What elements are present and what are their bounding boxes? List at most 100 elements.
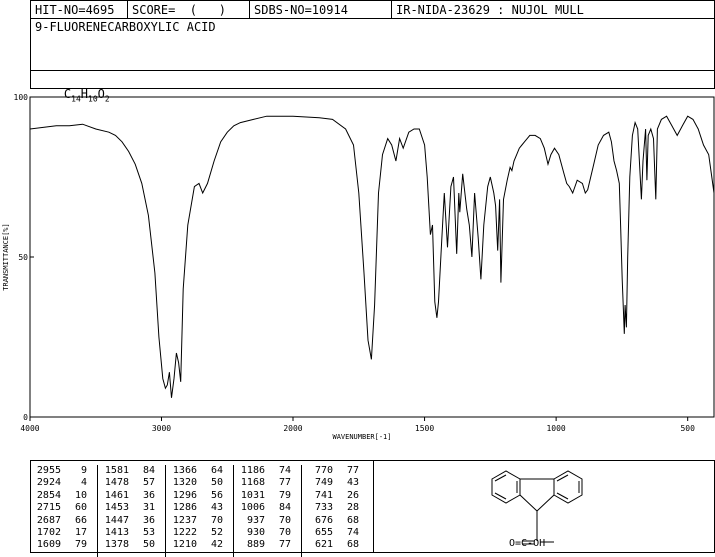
x-tick-label: 1000 (546, 424, 565, 433)
peak-row: 1478 57 (99, 477, 165, 489)
peak-column: 1366 64 1320 50 1296 56 1286 43 1237 70 1222 52 1210… (167, 465, 234, 557)
peak-wavenumber: 1006 (240, 502, 265, 514)
peak-transmittance: 43 (210, 502, 223, 514)
peak-wavenumber: 1413 (104, 526, 129, 538)
transmittance-trace (29, 115, 715, 398)
peak-transmittance: 36 (142, 514, 155, 526)
peak-wavenumber: 1366 (172, 465, 197, 476)
peak-transmittance: 52 (210, 526, 223, 538)
peak-row: 741 26 (303, 490, 370, 502)
ir-spectrum-chart: 0 50 100 4000 3000 2000 1500 1000 500 WAVENUMBE… (2, 93, 715, 441)
peak-transmittance: 64 (210, 465, 223, 476)
peak-wavenumber: 2687 (36, 514, 61, 526)
structure-box: O=C-OH (373, 460, 715, 553)
peak-transmittance: 74 (346, 526, 359, 538)
x-tick-label: 1500 (415, 424, 434, 433)
peak-row: 749 43 (303, 477, 370, 489)
peak-transmittance: 42 (210, 539, 223, 551)
peak-transmittance: 9 (80, 465, 87, 476)
peak-transmittance: 28 (346, 502, 359, 514)
peak-wavenumber: 1168 (240, 477, 265, 489)
peak-column: 2955 9 2924 4 2854 10 2715 60 2687 66 1702 17 1609 79 (31, 465, 98, 557)
peak-transmittance: 68 (346, 514, 359, 526)
peak-row: 2687 66 (31, 515, 97, 527)
peak-row: 889 77 (235, 539, 301, 551)
fluorene-structure: O=C-OH (491, 470, 583, 549)
peak-wavenumber: 1186 (240, 465, 265, 476)
peak-wavenumber: 937 (246, 514, 265, 526)
peak-transmittance: 68 (346, 539, 359, 551)
peak-wavenumber: 1453 (104, 502, 129, 514)
peak-row: 1186 74 (235, 465, 301, 477)
peak-wavenumber: 1702 (36, 526, 61, 538)
peak-row: 2955 9 (31, 465, 97, 477)
peak-transmittance: 77 (346, 465, 359, 476)
peak-row: 770 77 (303, 465, 370, 477)
peak-row: 1581 84 (99, 465, 165, 477)
peak-transmittance: 84 (142, 465, 155, 476)
peak-wavenumber: 2854 (36, 489, 61, 501)
peak-transmittance: 77 (278, 539, 291, 551)
peak-row: 1702 17 (31, 527, 97, 539)
peak-wavenumber: 1447 (104, 514, 129, 526)
peak-transmittance: 10 (74, 489, 87, 501)
peak-transmittance: 60 (74, 502, 87, 514)
peak-row: 2715 60 (31, 502, 97, 514)
peak-row: 937 70 (235, 515, 301, 527)
peak-wavenumber: 1478 (104, 477, 129, 489)
peak-wavenumber: 676 (314, 514, 333, 526)
peak-transmittance: 50 (210, 477, 223, 489)
peak-transmittance: 56 (210, 489, 223, 501)
peak-row: 1296 56 (167, 490, 233, 502)
peak-wavenumber: 1320 (172, 477, 197, 489)
peak-wavenumber: 1237 (172, 514, 197, 526)
peak-wavenumber: 749 (314, 477, 333, 489)
peak-transmittance: 4 (80, 477, 87, 489)
y-axis-ticks: 0 50 100 (14, 93, 34, 422)
peak-transmittance: 66 (74, 514, 87, 526)
peak-row: 621 68 (303, 539, 370, 551)
x-axis-label: WAVENUMBER[-1] (332, 433, 391, 441)
peak-wavenumber: 655 (314, 526, 333, 538)
peak-row: 1286 43 (167, 502, 233, 514)
peak-column: 770 77 749 43 741 26 733 28 676 68 655 74 621 68 (303, 465, 370, 557)
x-tick-label: 3000 (152, 424, 171, 433)
peak-row: 1609 79 (31, 539, 97, 551)
peak-row: 1031 79 (235, 490, 301, 502)
x-tick-label: 500 (680, 424, 695, 433)
peak-wavenumber: 1296 (172, 489, 197, 501)
carboxyl-label: O=C-OH (509, 538, 545, 549)
peak-wavenumber: 1031 (240, 489, 265, 501)
peak-transmittance: 70 (278, 514, 291, 526)
peak-row: 733 28 (303, 502, 370, 514)
peak-wavenumber: 930 (246, 526, 265, 538)
peak-transmittance: 36 (142, 489, 155, 501)
peak-column: 1186 74 1168 77 1031 79 1006 84 937 70 930 70 889 77 (235, 465, 302, 557)
y-tick-label: 50 (18, 253, 28, 262)
peak-transmittance: 50 (142, 539, 155, 551)
peak-wavenumber: 621 (314, 539, 333, 551)
peak-wavenumber: 770 (314, 465, 333, 476)
peak-transmittance: 31 (142, 502, 155, 514)
y-tick-label: 100 (14, 93, 29, 102)
peak-wavenumber: 1461 (104, 489, 129, 501)
peak-wavenumber: 1222 (172, 526, 197, 538)
peak-row: 1413 53 (99, 527, 165, 539)
peak-row: 1461 36 (99, 490, 165, 502)
peak-transmittance: 74 (278, 465, 291, 476)
peak-transmittance: 79 (74, 539, 87, 551)
peak-row: 1237 70 (167, 515, 233, 527)
peak-row: 1447 36 (99, 515, 165, 527)
peak-row: 1320 50 (167, 477, 233, 489)
peak-wavenumber: 1581 (104, 465, 129, 476)
peak-wavenumber: 1378 (104, 539, 129, 551)
peak-row: 2854 10 (31, 490, 97, 502)
peak-row: 930 70 (235, 527, 301, 539)
peak-row: 1378 50 (99, 539, 165, 551)
x-tick-label: 4000 (20, 424, 39, 433)
peak-wavenumber: 1210 (172, 539, 197, 551)
peak-wavenumber: 2715 (36, 502, 61, 514)
peak-transmittance: 84 (278, 502, 291, 514)
peak-wavenumber: 2924 (36, 477, 61, 489)
peak-transmittance: 17 (74, 526, 87, 538)
